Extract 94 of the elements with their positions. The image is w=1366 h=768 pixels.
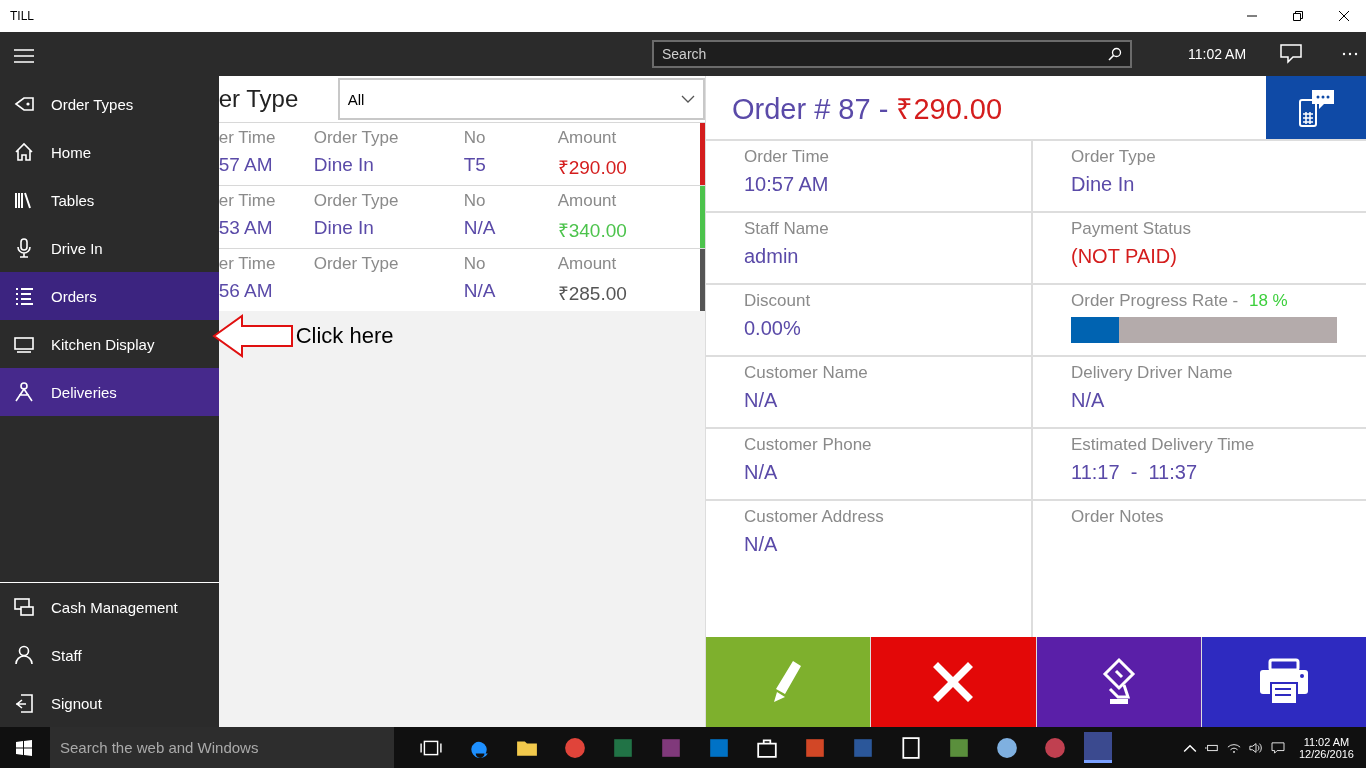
- nav-item[interactable]: Home: [0, 128, 219, 176]
- annotation-text: Click here: [295, 323, 394, 349]
- app-icon[interactable]: [1044, 736, 1066, 759]
- chat-icon[interactable]: [1280, 44, 1303, 64]
- field-label: Order Notes: [1071, 507, 1165, 527]
- order-row[interactable]: er Time 56 AM Order Type No N/A Amount ₹285.00: [218, 248, 705, 311]
- notification-icon[interactable]: [1270, 741, 1285, 754]
- user-icon: [13, 644, 35, 666]
- column-label: No: [463, 128, 487, 148]
- order-row[interactable]: er Time 53 AM Order Type Dine In No N/A Amount ₹340.00: [218, 185, 705, 248]
- menu-icon: [14, 49, 34, 63]
- column-label: No: [463, 254, 487, 274]
- print-button[interactable]: [1201, 637, 1366, 727]
- clock-time: 11:02 AM: [1188, 46, 1247, 62]
- column-label: er Time: [218, 128, 277, 148]
- speaker-icon[interactable]: [1248, 741, 1263, 754]
- search-field[interactable]: Search: [652, 40, 1132, 68]
- cell-value: N/A: [463, 280, 497, 302]
- cell-value: 57 AM: [218, 154, 274, 176]
- field-value: Dine In: [1071, 173, 1136, 196]
- edit-button[interactable]: [706, 637, 871, 727]
- field-value: 0.00%: [744, 317, 802, 340]
- message-button[interactable]: [1266, 76, 1366, 139]
- signout-icon: [13, 692, 35, 714]
- search-icon[interactable]: [1108, 47, 1122, 61]
- column-label: Amount: [557, 128, 618, 148]
- column-label: Amount: [557, 254, 618, 274]
- cancel-button[interactable]: [871, 637, 1036, 727]
- field-label: Payment Status: [1071, 219, 1192, 239]
- pay-button[interactable]: [1036, 637, 1201, 727]
- field-label: Customer Address: [744, 507, 885, 527]
- arrow-icon: [211, 313, 294, 359]
- more-icon[interactable]: [1342, 52, 1359, 56]
- field-label: Delivery Driver Name: [1071, 363, 1234, 383]
- cell-value: N/A: [463, 217, 497, 239]
- column-label: Order Type: [313, 191, 400, 211]
- window-title: TILL: [10, 9, 34, 23]
- nav-item[interactable]: Tables: [0, 176, 219, 224]
- field-value: (NOT PAID): [1071, 245, 1178, 268]
- field-label: Order Time: [744, 147, 831, 167]
- app-icon[interactable]: [948, 736, 970, 759]
- column-label: Order Type: [313, 128, 400, 148]
- field-label: Discount: [744, 291, 812, 311]
- cell-value: ₹340.00: [557, 219, 628, 243]
- field-label: Customer Name: [744, 363, 869, 383]
- column-label: er Time: [218, 191, 277, 211]
- cell-value: 53 AM: [218, 217, 274, 239]
- nav-item[interactable]: Orders: [0, 272, 219, 320]
- cell-value: ₹290.00: [557, 156, 628, 180]
- field-label: Customer Phone: [744, 435, 873, 455]
- field-label: Order Progress Rate - 18 %: [1071, 291, 1289, 311]
- cell-value: ₹285.00: [557, 282, 628, 306]
- wifi-icon[interactable]: [1226, 741, 1241, 754]
- taskbar-search-field[interactable]: Search the web and Windows: [50, 727, 394, 768]
- order-title: Order # 87 - ₹290.00: [732, 92, 1003, 127]
- restore-icon[interactable]: [1292, 10, 1304, 22]
- till-app-icon[interactable]: [1084, 732, 1112, 763]
- order-type-dropdown[interactable]: All: [337, 78, 705, 120]
- field-value: 11:17 - 11:37: [1071, 461, 1198, 484]
- windows-start-icon[interactable]: [16, 739, 32, 756]
- close-icon[interactable]: [1338, 10, 1350, 22]
- nav-item[interactable]: Staff: [0, 631, 219, 679]
- nav-item[interactable]: Drive In: [0, 224, 219, 272]
- nav-item[interactable]: Kitchen Display: [0, 320, 219, 368]
- nav-item[interactable]: Cash Management: [0, 583, 219, 631]
- field-label: Order Type: [1071, 147, 1157, 167]
- column-label: er Time: [218, 254, 277, 274]
- field-value: N/A: [744, 533, 779, 556]
- list-icon: [13, 285, 35, 307]
- nav-item[interactable]: Signout: [0, 679, 219, 727]
- caret-icon: [681, 95, 695, 103]
- store-icon[interactable]: [756, 736, 778, 759]
- column-label: No: [463, 191, 487, 211]
- column-label: Order Type: [313, 254, 400, 274]
- order-row[interactable]: er Time 57 AM Order Type Dine In No T5 Amount ₹290.00: [218, 122, 705, 185]
- nav-item[interactable]: Order Types: [0, 80, 219, 128]
- nav-item[interactable]: Deliveries: [0, 368, 219, 416]
- field-value: admin: [744, 245, 800, 268]
- cell-value: T5: [463, 154, 487, 176]
- field-value: N/A: [744, 389, 779, 412]
- field-value: 10:57 AM: [744, 173, 830, 196]
- page-heading: er Type: [218, 85, 300, 113]
- column-label: Amount: [557, 191, 618, 211]
- taskbar-clock[interactable]: 11:02 AM 12/26/2016: [1298, 735, 1354, 760]
- home-icon: [13, 141, 35, 163]
- field-label: Estimated Delivery Time: [1071, 435, 1256, 455]
- cell-value: Dine In: [313, 154, 375, 176]
- field-value: N/A: [1071, 389, 1106, 412]
- field-label: Staff Name: [744, 219, 830, 239]
- cell-value: Dine In: [313, 217, 375, 239]
- field-value: N/A: [744, 461, 779, 484]
- register-icon: [13, 596, 35, 618]
- cell-value: 56 AM: [218, 280, 274, 302]
- person-icon: [13, 381, 35, 403]
